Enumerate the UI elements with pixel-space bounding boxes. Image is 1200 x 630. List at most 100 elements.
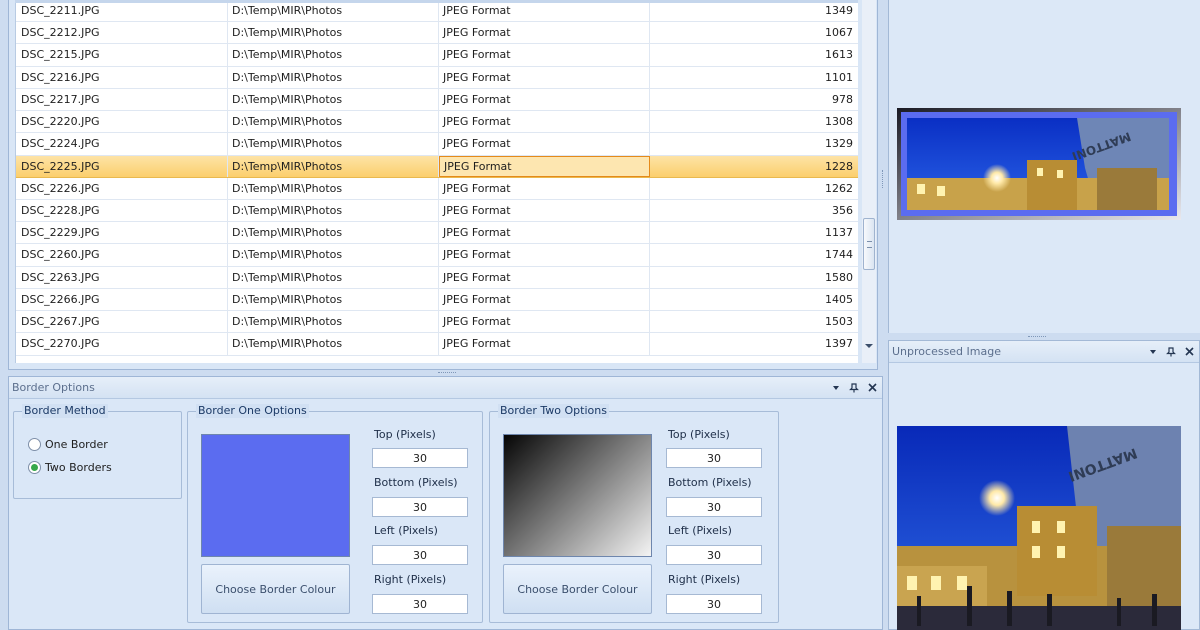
size-cell[interactable]: 1228 <box>650 156 858 177</box>
table-row[interactable]: DSC_2260.JPG D:\Temp\MIR\Photos JPEG Forma… <box>16 244 858 267</box>
type-cell[interactable]: JPEG Format <box>439 88 650 111</box>
radio-two-borders[interactable]: Two Borders <box>28 459 112 475</box>
file-name-cell[interactable]: DSC_2212.JPG <box>16 22 228 44</box>
file-name-cell[interactable]: DSC_2260.JPG <box>16 244 228 266</box>
border-one-left-field[interactable] <box>372 545 468 565</box>
type-cell[interactable]: JPEG Format <box>439 155 650 177</box>
table-row[interactable]: DSC_2266.JPG D:\Temp\MIR\Photos JPEG Forma… <box>16 288 858 312</box>
type-cell[interactable]: JPEG Format <box>439 66 650 88</box>
folder-cell[interactable]: D:\Temp\MIR\Photos <box>228 66 439 88</box>
size-cell[interactable]: 1329 <box>650 133 858 154</box>
table-row[interactable]: DSC_2228.JPG D:\Temp\MIR\Photos JPEG Forma… <box>16 199 858 223</box>
type-cell[interactable]: JPEG Format <box>439 244 650 266</box>
size-cell[interactable]: 1349 <box>650 0 858 21</box>
file-name-cell[interactable]: DSC_2267.JPG <box>16 311 228 333</box>
table-row-selected[interactable]: DSC_2225.JPG D:\Temp\MIR\Photos JPEG Forma… <box>16 155 858 178</box>
folder-cell[interactable]: D:\Temp\MIR\Photos <box>228 333 439 355</box>
folder-cell[interactable]: D:\Temp\MIR\Photos <box>228 22 439 44</box>
close-icon[interactable] <box>1183 346 1195 358</box>
file-name-cell[interactable]: DSC_2228.JPG <box>16 199 228 222</box>
file-name-cell[interactable]: DSC_2226.JPG <box>16 177 228 199</box>
radio-one-border[interactable]: One Border <box>28 436 108 452</box>
choose-border-one-colour-button[interactable]: Choose Border Colour <box>201 564 350 614</box>
folder-cell[interactable]: D:\Temp\MIR\Photos <box>228 88 439 111</box>
type-cell[interactable]: JPEG Format <box>439 266 650 288</box>
file-grid[interactable]: DSC_2211.JPG D:\Temp\MIR\Photos JPEG Forma… <box>15 0 858 363</box>
type-cell[interactable]: JPEG Format <box>439 44 650 66</box>
size-cell[interactable]: 978 <box>650 89 858 110</box>
folder-cell[interactable]: D:\Temp\MIR\Photos <box>228 44 439 66</box>
table-row[interactable]: DSC_2267.JPG D:\Temp\MIR\Photos JPEG Forma… <box>16 311 858 334</box>
radio-button[interactable] <box>28 437 41 451</box>
size-cell[interactable]: 356 <box>650 200 858 221</box>
table-row[interactable]: DSC_2270.JPG D:\Temp\MIR\Photos JPEG Forma… <box>16 333 858 356</box>
file-name-cell[interactable]: DSC_2220.JPG <box>16 111 228 133</box>
table-row[interactable]: DSC_2263.JPG D:\Temp\MIR\Photos JPEG Forma… <box>16 266 858 289</box>
size-cell[interactable]: 1067 <box>650 22 858 43</box>
scrollbar-thumb[interactable] <box>863 218 875 270</box>
type-cell[interactable]: JPEG Format <box>439 111 650 133</box>
table-row[interactable]: DSC_2226.JPG D:\Temp\MIR\Photos JPEG Forma… <box>16 177 858 200</box>
chevron-down-icon[interactable] <box>1147 346 1159 358</box>
chevron-down-icon[interactable] <box>830 382 842 394</box>
border-two-left-field[interactable] <box>666 545 762 565</box>
size-cell[interactable]: 1503 <box>650 311 858 332</box>
table-row[interactable]: DSC_2229.JPG D:\Temp\MIR\Photos JPEG Forma… <box>16 222 858 245</box>
pin-icon[interactable] <box>848 382 860 394</box>
size-cell[interactable]: 1405 <box>650 289 858 310</box>
size-cell[interactable]: 1613 <box>650 44 858 65</box>
file-name-cell[interactable]: DSC_2215.JPG <box>16 44 228 66</box>
table-row[interactable]: DSC_2215.JPG D:\Temp\MIR\Photos JPEG Forma… <box>16 44 858 67</box>
folder-cell[interactable]: D:\Temp\MIR\Photos <box>228 155 439 177</box>
folder-cell[interactable]: D:\Temp\MIR\Photos <box>228 288 439 311</box>
file-name-cell[interactable]: DSC_2263.JPG <box>16 266 228 288</box>
border-two-top-field[interactable] <box>666 448 762 468</box>
type-cell[interactable]: JPEG Format <box>439 133 650 155</box>
type-cell[interactable]: JPEG Format <box>439 222 650 244</box>
folder-cell[interactable]: D:\Temp\MIR\Photos <box>228 311 439 333</box>
table-row[interactable]: DSC_2220.JPG D:\Temp\MIR\Photos JPEG Forma… <box>16 111 858 134</box>
close-icon[interactable] <box>866 382 878 394</box>
table-row[interactable]: DSC_2216.JPG D:\Temp\MIR\Photos JPEG Forma… <box>16 66 858 89</box>
size-cell[interactable]: 1308 <box>650 111 858 132</box>
folder-cell[interactable]: D:\Temp\MIR\Photos <box>228 222 439 244</box>
folder-cell[interactable]: D:\Temp\MIR\Photos <box>228 177 439 199</box>
type-cell[interactable]: JPEG Format <box>439 311 650 333</box>
folder-cell[interactable]: D:\Temp\MIR\Photos <box>228 244 439 266</box>
scroll-down-arrow-icon[interactable] <box>865 344 873 348</box>
size-cell[interactable]: 1397 <box>650 333 858 354</box>
size-cell[interactable]: 1262 <box>650 178 858 199</box>
border-one-top-field[interactable] <box>372 448 468 468</box>
table-row[interactable]: DSC_2211.JPG D:\Temp\MIR\Photos JPEG Forma… <box>16 0 858 23</box>
file-name-cell[interactable]: DSC_2225.JPG <box>16 155 228 177</box>
file-name-cell[interactable]: DSC_2217.JPG <box>16 88 228 111</box>
folder-cell[interactable]: D:\Temp\MIR\Photos <box>228 266 439 288</box>
size-cell[interactable]: 1580 <box>650 267 858 288</box>
grid-vertical-scrollbar[interactable] <box>862 0 876 363</box>
size-cell[interactable]: 1101 <box>650 67 858 88</box>
radio-button-checked[interactable] <box>28 460 41 474</box>
folder-cell[interactable]: D:\Temp\MIR\Photos <box>228 133 439 155</box>
right-splitter[interactable] <box>888 333 1200 340</box>
file-name-cell[interactable]: DSC_2216.JPG <box>16 66 228 88</box>
choose-border-two-colour-button[interactable]: Choose Border Colour <box>503 564 652 614</box>
border-one-right-field[interactable] <box>372 594 468 614</box>
file-name-cell[interactable]: DSC_2224.JPG <box>16 133 228 155</box>
size-cell[interactable]: 1744 <box>650 244 858 265</box>
type-cell[interactable]: JPEG Format <box>439 333 650 355</box>
file-name-cell[interactable]: DSC_2211.JPG <box>16 0 228 22</box>
folder-cell[interactable]: D:\Temp\MIR\Photos <box>228 0 439 22</box>
type-cell[interactable]: JPEG Format <box>439 177 650 199</box>
border-two-bottom-field[interactable] <box>666 497 762 517</box>
table-row[interactable]: DSC_2212.JPG D:\Temp\MIR\Photos JPEG Forma… <box>16 22 858 45</box>
file-name-cell[interactable]: DSC_2270.JPG <box>16 333 228 355</box>
border-one-bottom-field[interactable] <box>372 497 468 517</box>
file-name-cell[interactable]: DSC_2266.JPG <box>16 288 228 311</box>
pin-icon[interactable] <box>1165 346 1177 358</box>
table-row[interactable]: DSC_2217.JPG D:\Temp\MIR\Photos JPEG Forma… <box>16 88 858 112</box>
type-cell[interactable]: JPEG Format <box>439 199 650 222</box>
table-row[interactable]: DSC_2224.JPG D:\Temp\MIR\Photos JPEG Forma… <box>16 133 858 156</box>
type-cell[interactable]: JPEG Format <box>439 0 650 22</box>
folder-cell[interactable]: D:\Temp\MIR\Photos <box>228 199 439 222</box>
border-two-right-field[interactable] <box>666 594 762 614</box>
